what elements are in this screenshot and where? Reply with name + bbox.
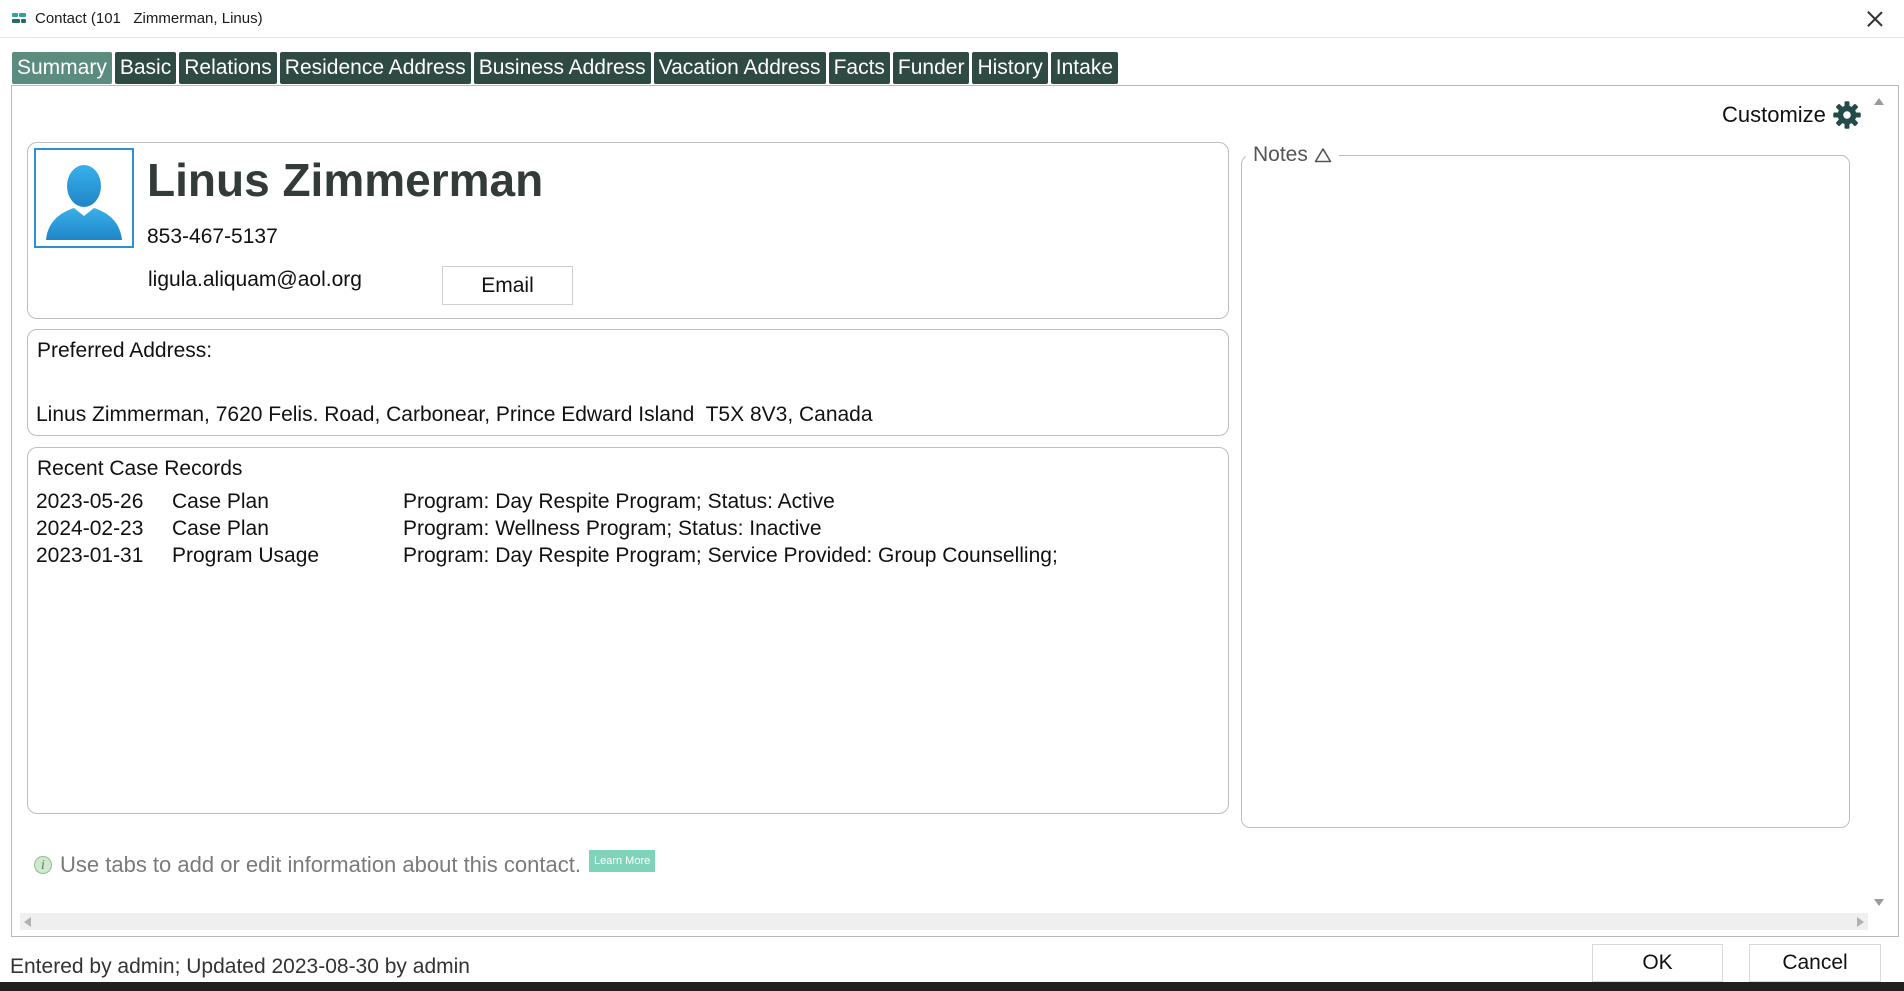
preferred-address-value: Linus Zimmerman, 7620 Felis. Road, Carbo… <box>36 403 873 426</box>
contact-name: Linus Zimmerman <box>147 154 544 206</box>
scroll-down-icon[interactable] <box>1874 899 1884 906</box>
tab-history[interactable]: History <box>972 52 1048 84</box>
tab-business-address[interactable]: Business Address <box>473 52 651 84</box>
ok-button[interactable]: OK <box>1592 944 1723 982</box>
notes-label: Notes <box>1253 143 1308 166</box>
case-record-type: Case Plan <box>172 490 269 513</box>
scroll-up-icon[interactable] <box>1874 98 1884 105</box>
help-hint: i Use tabs to add or edit information ab… <box>34 850 656 878</box>
contact-phone: 853-467-5137 <box>147 225 278 248</box>
vertical-scrollbar[interactable] <box>1870 92 1887 912</box>
notes-area[interactable] <box>1241 155 1850 828</box>
customize-button[interactable]: Customize <box>1722 100 1862 130</box>
warning-triangle-icon <box>1314 148 1332 163</box>
person-silhouette-icon <box>46 165 122 240</box>
info-icon: i <box>34 856 52 874</box>
tab-relations[interactable]: Relations <box>179 52 277 84</box>
case-record-type: Case Plan <box>172 517 269 540</box>
case-record-description: Program: Wellness Program; Status: Inact… <box>403 517 822 540</box>
tab-funder[interactable]: Funder <box>892 52 970 84</box>
case-record-date: 2023-05-26 <box>36 490 144 513</box>
tab-vacation-address[interactable]: Vacation Address <box>653 52 826 84</box>
taskbar-edge <box>0 982 1904 991</box>
avatar[interactable] <box>34 148 134 248</box>
tab-summary[interactable]: Summary <box>12 52 112 84</box>
window-title: Contact (101 Zimmerman, Linus) <box>35 10 263 27</box>
learn-more-button[interactable]: Learn More <box>588 850 656 872</box>
case-record-date: 2024-02-23 <box>36 517 144 540</box>
contact-email: ligula.aliquam@aol.org <box>148 268 362 291</box>
notes-toggle[interactable]: Notes <box>1246 143 1339 167</box>
horizontal-scrollbar[interactable] <box>20 913 1868 930</box>
gear-icon <box>1833 101 1861 129</box>
tab-basic[interactable]: Basic <box>114 52 177 84</box>
scroll-right-icon[interactable] <box>1857 917 1864 927</box>
preferred-address-label: Preferred Address: <box>37 339 213 362</box>
case-record-date: 2023-01-31 <box>36 544 144 567</box>
recent-case-records-title: Recent Case Records <box>37 457 243 480</box>
tab-intake[interactable]: Intake <box>1050 52 1119 84</box>
title-bar: Contact (101 Zimmerman, Linus) <box>0 0 1904 38</box>
cancel-button[interactable]: Cancel <box>1749 944 1881 982</box>
email-button[interactable]: Email <box>442 266 573 305</box>
customize-label: Customize <box>1722 102 1826 127</box>
tab-bar: Summary Basic Relations Residence Addres… <box>12 52 1119 84</box>
tab-facts[interactable]: Facts <box>828 52 890 84</box>
tab-residence-address[interactable]: Residence Address <box>279 52 471 84</box>
scroll-left-icon[interactable] <box>24 917 31 927</box>
hint-text: Use tabs to add or edit information abou… <box>60 852 581 877</box>
case-record-description: Program: Day Respite Program; Service Pr… <box>403 544 1058 567</box>
close-icon[interactable] <box>1864 8 1886 30</box>
case-record-type: Program Usage <box>172 544 320 567</box>
app-logo-icon <box>12 12 26 26</box>
case-record-description: Program: Day Respite Program; Status: Ac… <box>403 490 835 513</box>
record-status-text: Entered by admin; Updated 2023-08-30 by … <box>10 955 470 978</box>
